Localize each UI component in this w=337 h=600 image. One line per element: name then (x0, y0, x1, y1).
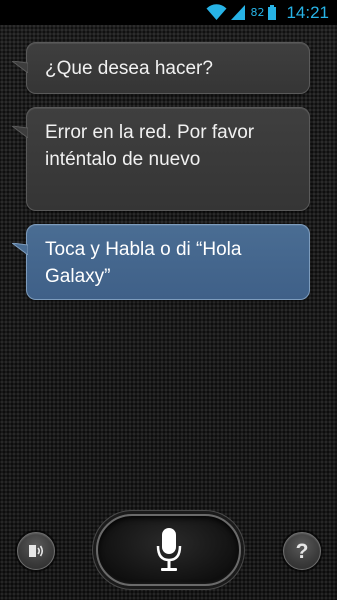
bubble-tail (12, 61, 28, 73)
status-clock: 14:21 (286, 2, 329, 22)
wifi-icon (206, 4, 227, 20)
status-bar: 82 14:21 (0, 0, 337, 25)
message-text: ¿Que desea hacer? (45, 58, 213, 79)
message-text: Error en la red. Por favor inténtalo de … (45, 122, 255, 170)
signal-strength-icon (231, 5, 246, 20)
battery-icon (268, 5, 277, 20)
microphone-button[interactable] (96, 514, 241, 586)
microphone-icon (156, 528, 181, 571)
message-bubble: ¿Que desea hacer? (12, 42, 310, 94)
message-bubble: Error en la red. Por favor inténtalo de … (12, 107, 310, 211)
prompt-bubble: Toca y Habla o di “Hola Galaxy” (12, 224, 310, 300)
help-button[interactable]: ? (283, 532, 321, 570)
bubble-tail (12, 243, 28, 255)
bubble-tail (12, 126, 28, 138)
battery-percent: 82 (250, 6, 265, 19)
svoice-screen: 82 14:21 ¿Que desea hacer? Error en la r… (0, 0, 337, 600)
speaker-icon (29, 545, 44, 557)
help-icon: ? (295, 539, 309, 563)
prompt-text: Toca y Habla o di “Hola Galaxy” (45, 239, 242, 287)
speaker-button[interactable] (17, 532, 55, 570)
